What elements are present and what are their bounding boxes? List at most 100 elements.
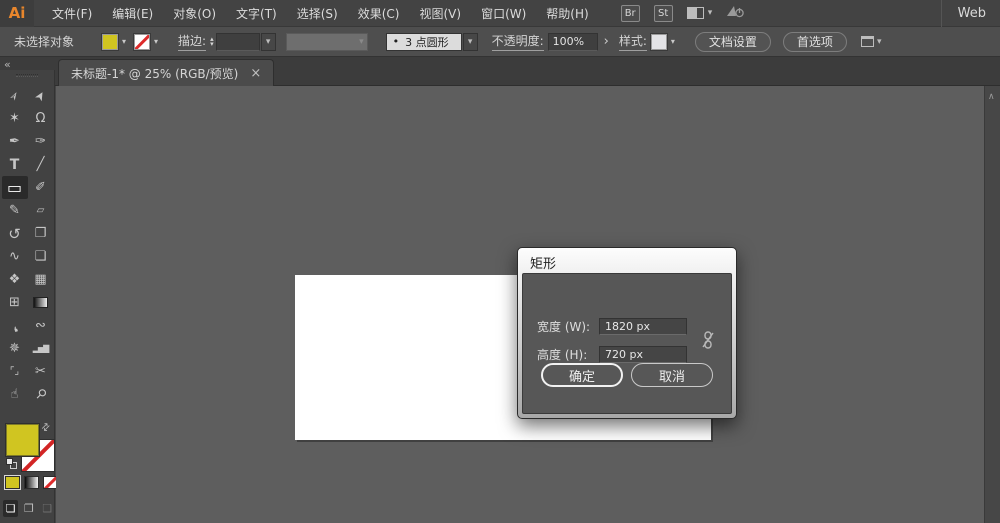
height-label: 高度 (H): [537,348,588,362]
swap-fill-stroke-icon[interactable]: ⇄ [39,421,53,435]
rectangle-icon: ▭ [6,178,23,197]
direct-selection-tool[interactable]: ➤ [28,84,54,107]
menu-effect[interactable]: 效果(C) [348,0,410,27]
shape-builder-tool[interactable]: ❖ [2,268,28,291]
magic-wand-icon: ✶ [9,111,20,126]
menu-type[interactable]: 文字(T) [226,0,287,27]
column-graph-tool[interactable]: ▂▅▇ [28,337,54,360]
lasso-tool[interactable]: Ω [28,107,54,130]
menu-object[interactable]: 对象(O) [163,0,226,27]
style-panel-link[interactable]: 样式: [618,32,647,51]
cancel-button[interactable]: 取消 [631,363,713,387]
width-tool[interactable]: ∿ [2,245,28,268]
constrain-proportions-icon[interactable] [701,330,715,354]
fill-color-indicator[interactable] [5,423,40,457]
perspective-grid-tool[interactable]: ▦ [28,268,54,291]
draw-inside-mode[interactable]: ❑ [40,500,55,517]
ok-button[interactable]: 确定 [541,363,623,387]
draw-behind-mode[interactable]: ❐ [21,500,36,517]
artboard-tool[interactable]: ⌜⌟ [2,360,28,383]
preferences-button[interactable]: 首选项 [782,31,847,52]
panel-grip[interactable] [16,74,38,77]
fill-color-swatch[interactable] [101,32,119,51]
width-profile-dropdown[interactable]: ▾ [285,32,368,51]
brush-name: 3 点圆形 [405,35,449,49]
align-dock-button[interactable]: ▾ [860,36,881,47]
brush-definition-chevron[interactable]: ▾ [462,32,478,51]
stroke-weight-dropdown[interactable]: ▾ [260,32,276,51]
direct-selection-arrow-icon: ➤ [31,87,50,104]
eyedropper-tool[interactable]: ❜ [2,314,28,337]
shape-builder-icon: ❖ [8,272,21,287]
menu-select[interactable]: 选择(S) [287,0,348,27]
brush-stroke-preview: • [392,35,400,48]
hand-icon: ☝ [10,387,19,402]
opacity-panel-link[interactable]: 不透明度: [491,32,544,51]
chevron-down-icon[interactable]: ▾ [671,37,675,46]
eraser-tool[interactable]: ▱ [28,199,54,222]
arrange-documents-button[interactable]: ▾ [686,7,712,19]
stock-button[interactable]: St [653,4,673,22]
height-input[interactable] [599,346,687,363]
width-input[interactable] [599,318,687,335]
illustrator-window: Ai 文件(F) 编辑(E) 对象(O) 文字(T) 选择(S) 效果(C) 视… [0,0,1000,523]
type-tool[interactable]: T [2,153,28,176]
lasso-icon: Ω [35,111,46,126]
stroke-panel-link[interactable]: 描边: [178,32,207,51]
tools-grid: ➢ ➤ ✶ Ω ✒ ✑ T ╱ ▭ ✐ ✎ ▱ ↺ ❐ ∿ ❏ ❖ ▦ ⊞ ❜ … [1,84,54,406]
bridge-button[interactable]: Br [620,4,640,22]
magic-wand-tool[interactable]: ✶ [2,107,28,130]
document-tab-title: 未标题-1* @ 25% (RGB/预览) [71,66,239,81]
pen-tool[interactable]: ✒ [2,130,28,153]
rotate-icon: ↺ [8,224,21,243]
menu-view[interactable]: 视图(V) [409,0,471,27]
close-icon[interactable]: × [250,66,261,81]
cs-live-icon[interactable] [726,4,744,23]
pencil-tool[interactable]: ✎ [2,199,28,222]
zoom-tool[interactable]: ⚲ [28,383,54,406]
line-tool[interactable]: ╱ [28,153,54,176]
mesh-tool[interactable]: ⊞ [2,291,28,314]
arrange-documents-icon [686,7,704,19]
symbol-sprayer-tool[interactable]: ✵ [2,337,28,360]
menu-edit[interactable]: 编辑(E) [102,0,163,27]
artboard-icon: ⌜⌟ [9,366,20,377]
drawing-modes: ❏ ❐ ❑ [0,500,55,517]
selection-tool[interactable]: ➢ [2,84,28,107]
menu-window[interactable]: 窗口(W) [471,0,536,27]
free-transform-tool[interactable]: ❏ [28,245,54,268]
menu-file[interactable]: 文件(F) [42,0,102,27]
document-tab[interactable]: 未标题-1* @ 25% (RGB/预览) × [58,59,275,86]
scroll-up-icon[interactable]: ∧ [988,92,995,102]
opacity-input[interactable] [547,32,598,51]
gradient-button[interactable] [24,476,39,489]
align-icon [860,36,874,47]
graphic-style-swatch[interactable] [649,32,668,51]
selection-arrow-icon: ➢ [5,87,24,104]
chevron-down-icon[interactable]: ▾ [154,37,158,46]
brush-definition-dropdown[interactable]: • 3 点圆形 [385,32,462,51]
default-fill-stroke-icon[interactable] [6,458,17,469]
chevron-down-icon[interactable]: ▾ [122,37,126,46]
hand-tool[interactable]: ☝ [2,383,28,406]
rectangle-tool[interactable]: ▭ [1,176,28,199]
paintbrush-tool[interactable]: ✐ [28,176,54,199]
workspace-switcher[interactable]: Web [940,0,986,27]
dialog-body: 宽度 (W): 高度 (H): 确定 取消 [522,273,732,414]
draw-normal-mode[interactable]: ❏ [3,500,19,517]
menu-help[interactable]: 帮助(H) [536,0,598,27]
stroke-weight-stepper[interactable]: ▴ ▾ [210,35,214,47]
rotate-tool[interactable]: ↺ [2,222,28,245]
free-transform-icon: ❏ [34,249,47,264]
slice-tool[interactable]: ✂ [28,360,54,383]
stroke-weight-input[interactable] [215,32,260,51]
calligraphy-pen-tool[interactable]: ✑ [28,130,54,153]
color-button[interactable] [4,475,21,490]
opacity-more-arrow[interactable]: › [604,34,609,49]
scale-tool[interactable]: ❐ [28,222,54,245]
gradient-tool[interactable] [28,291,54,314]
blend-tool[interactable]: ∾ [28,314,54,337]
document-setup-button[interactable]: 文档设置 [694,31,771,52]
right-scrollbar[interactable]: ∧ [984,86,1000,523]
stroke-color-swatch[interactable] [133,32,152,51]
